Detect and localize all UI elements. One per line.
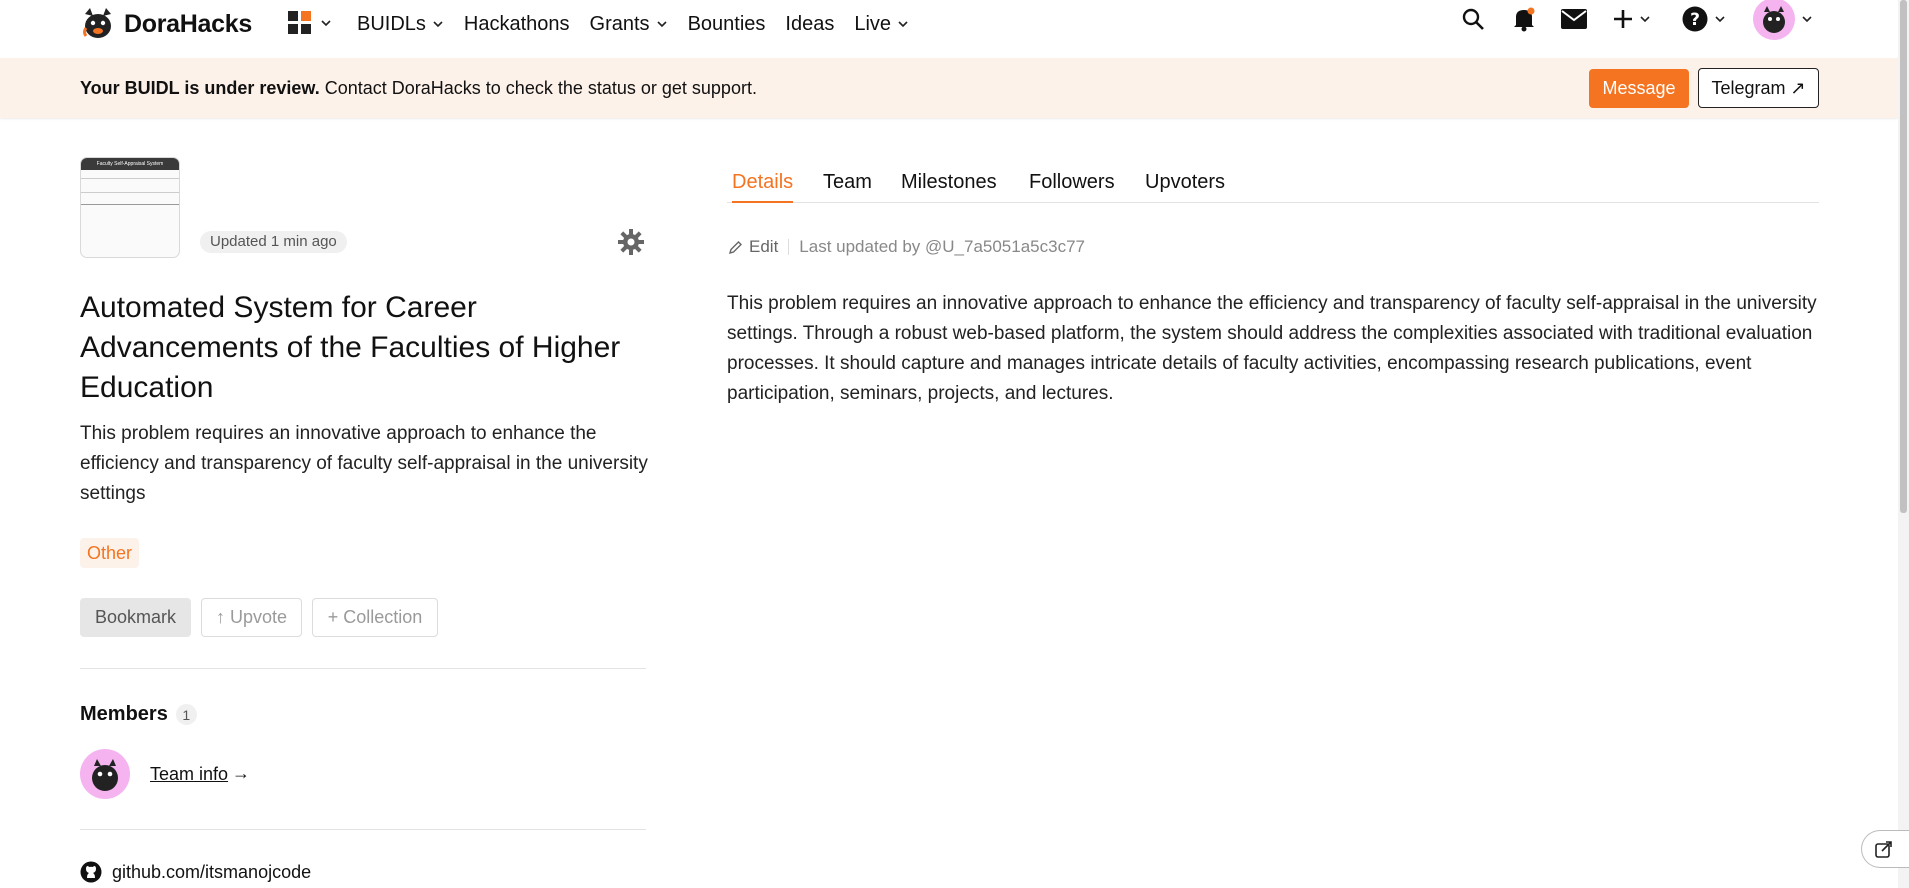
tab-details[interactable]: Details: [732, 171, 794, 203]
nav-item-label: Grants: [589, 12, 650, 35]
message-button[interactable]: Message: [1589, 69, 1689, 108]
separator: [788, 239, 790, 255]
chevron-down-icon: [1802, 16, 1812, 23]
divider: [80, 668, 646, 669]
details-body: This problem requires an innovative appr…: [727, 293, 1817, 404]
pencil-icon: [728, 240, 742, 254]
bookmark-button[interactable]: Bookmark: [80, 598, 191, 637]
review-banner: Your BUIDL is under review. Contact Dora…: [0, 58, 1898, 118]
project-subtitle: This problem requires an innovative appr…: [80, 423, 648, 504]
tab-team[interactable]: Team: [823, 171, 872, 203]
github-link[interactable]: github.com/itsmanojcode: [80, 861, 311, 883]
help-menu[interactable]: ?: [1682, 0, 1726, 38]
edit-button[interactable]: Edit: [728, 237, 778, 257]
share-icon: [1875, 841, 1892, 858]
nav-item-label: Bounties: [687, 12, 766, 35]
chevron-down-icon: [321, 20, 331, 27]
bell-icon: [1514, 7, 1535, 32]
apps-menu[interactable]: [288, 11, 332, 35]
scrollbar-thumb[interactable]: [1900, 0, 1907, 513]
nav-item-label: Hackathons: [463, 12, 570, 35]
tab-milestones[interactable]: Milestones: [901, 171, 997, 203]
thumbnail-line: [81, 192, 179, 193]
members-count-badge: 1: [175, 704, 197, 725]
tab-upvoters[interactable]: Upvoters: [1145, 171, 1225, 203]
nav-hackathons[interactable]: Hackathons: [464, 13, 570, 36]
edit-row: Edit Last updated by @U_7a5051a5c3c77: [728, 237, 1085, 257]
svg-text:?: ?: [1690, 10, 1700, 30]
chevron-down-icon: [898, 21, 908, 28]
project-thumbnail: Faculty Self-Appraisal System: [80, 157, 180, 258]
plus-icon: [1614, 10, 1632, 28]
edit-label: Edit: [749, 237, 779, 256]
project-tabs: Details Team Milestones Followers Upvote…: [727, 167, 1819, 203]
members-header: Members 1: [80, 703, 197, 726]
project-title: Automated System for Career Advancements…: [80, 291, 621, 404]
github-url: github.com/itsmanojcode: [112, 861, 312, 882]
main-nav: BUIDLs Hackathons Grants Bounties Ideas …: [357, 8, 929, 40]
top-navbar: DoraHacks BUIDLs Hackathons Grants Bount…: [0, 0, 1898, 58]
tab-followers[interactable]: Followers: [1029, 171, 1115, 203]
avatar: [92, 759, 118, 791]
gear-icon[interactable]: [618, 229, 644, 255]
thumbnail-line: [81, 204, 179, 205]
apps-grid-icon: [288, 11, 311, 34]
add-collection-button[interactable]: + Collection: [312, 598, 438, 637]
updated-badge: Updated 1 min ago: [200, 231, 347, 253]
notifications-button[interactable]: [1512, 0, 1536, 38]
banner-bold-text: Your BUIDL is under review.: [80, 78, 320, 98]
nav-live[interactable]: Live: [854, 13, 909, 36]
search-button[interactable]: [1461, 0, 1485, 38]
dorahacks-cat-icon: [83, 8, 111, 38]
nav-ideas[interactable]: Ideas: [785, 13, 834, 36]
messages-button[interactable]: [1561, 0, 1587, 38]
search-icon: [1462, 8, 1484, 30]
chevron-down-icon: [433, 21, 443, 28]
help-icon: ?: [1682, 6, 1708, 32]
thumbnail-title: Faculty Self-Appraisal System: [81, 158, 179, 170]
brand-name: DoraHacks: [124, 9, 252, 38]
create-menu[interactable]: [1613, 0, 1651, 38]
upvote-button[interactable]: ↑ Upvote: [201, 598, 302, 637]
nav-bounties[interactable]: Bounties: [688, 13, 766, 36]
nav-buidls[interactable]: BUIDLs: [357, 13, 444, 36]
avatar: [1753, 0, 1795, 40]
divider: [80, 829, 646, 830]
member-avatar[interactable]: [80, 749, 130, 799]
last-updated-text: Last updated by @U_7a5051a5c3c77: [799, 237, 1085, 256]
nav-item-label: BUIDLs: [357, 12, 426, 35]
chevron-down-icon: [1640, 16, 1650, 23]
team-info-link[interactable]: Team info: [150, 764, 228, 785]
brand-logo[interactable]: DoraHacks: [80, 6, 252, 42]
arrow-right-icon: →: [232, 763, 250, 783]
mail-icon: [1561, 9, 1587, 29]
telegram-button[interactable]: Telegram ↗: [1698, 68, 1819, 108]
banner-body-text: Contact DoraHacks to check the status or…: [319, 78, 757, 98]
category-tag[interactable]: Other: [80, 538, 140, 568]
members-label: Members: [80, 703, 168, 725]
nav-item-label: Ideas: [785, 12, 835, 35]
banner-message: Your BUIDL is under review. Contact Dora…: [80, 78, 757, 99]
nav-grants[interactable]: Grants: [590, 13, 668, 36]
github-icon: [80, 861, 102, 883]
chevron-down-icon: [1715, 16, 1725, 23]
chevron-down-icon: [656, 21, 667, 28]
thumbnail-line: [81, 178, 179, 179]
nav-item-label: Live: [854, 12, 892, 35]
share-button[interactable]: [1861, 830, 1909, 868]
user-menu[interactable]: [1753, 0, 1813, 40]
